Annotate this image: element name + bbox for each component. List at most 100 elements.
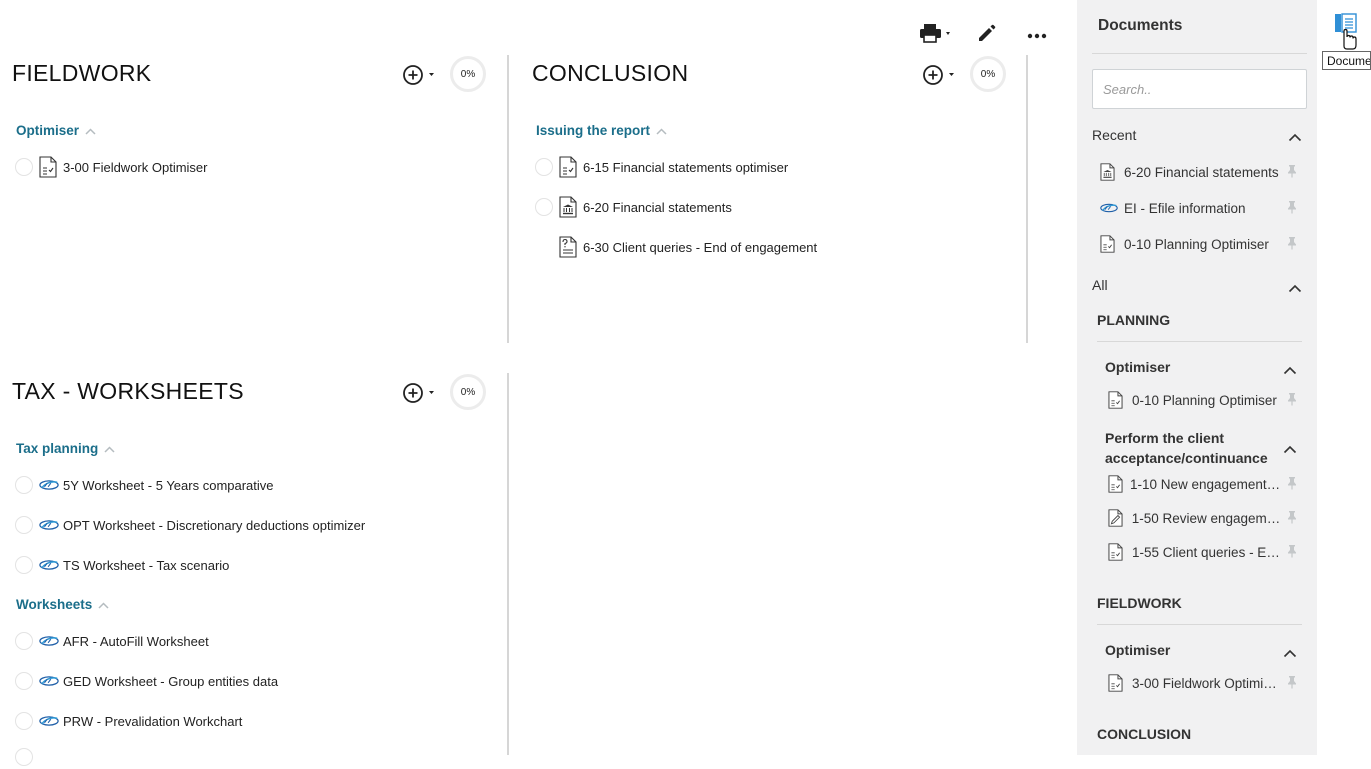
list-item[interactable]: 6-15 Financial statements optimiser bbox=[535, 155, 788, 179]
document-item[interactable]: 3-00 Fieldwork Optimiser bbox=[1108, 672, 1283, 694]
status-radio[interactable] bbox=[15, 712, 33, 730]
document-item-label: 1-10 New engagement acceptance bbox=[1130, 476, 1283, 492]
list-item[interactable]: GED Worksheet - Group entities data bbox=[15, 669, 278, 693]
section-title: CONCLUSION bbox=[532, 60, 689, 86]
efile-icon bbox=[1100, 203, 1118, 213]
status-radio[interactable] bbox=[15, 556, 33, 574]
chevron-up-icon bbox=[98, 597, 109, 612]
status-radio[interactable] bbox=[535, 158, 553, 176]
group-toggle[interactable]: Worksheets bbox=[16, 597, 109, 612]
progress-badge: 0% bbox=[970, 56, 1006, 92]
conclusion-section-header: CONCLUSION 0% bbox=[532, 56, 1012, 96]
tax-worksheets-section-header: TAX - WORKSHEETS 0% bbox=[12, 374, 492, 414]
documents-panel-icon bbox=[1335, 13, 1357, 50]
bank-document-icon bbox=[559, 196, 579, 218]
list-item[interactable] bbox=[15, 745, 39, 769]
recent-item[interactable]: 0-10 Planning Optimiser bbox=[1100, 233, 1280, 255]
item-label: PRW - Prevalidation Workchart bbox=[63, 713, 243, 729]
group-label: Tax planning bbox=[16, 441, 99, 456]
status-radio[interactable] bbox=[535, 198, 553, 216]
item-label: GED Worksheet - Group entities data bbox=[63, 673, 279, 689]
recent-item-label: 0-10 Planning Optimiser bbox=[1124, 236, 1269, 252]
pin-icon[interactable] bbox=[1286, 392, 1298, 406]
item-label: 3-00 Fieldwork Optimiser bbox=[63, 159, 208, 175]
group-toggle[interactable]: Tax planning bbox=[16, 441, 115, 456]
divider bbox=[1092, 53, 1307, 54]
list-item[interactable]: 6-30 Client queries - End of engagement bbox=[535, 235, 817, 259]
list-item[interactable]: TS Worksheet - Tax scenario bbox=[15, 553, 229, 577]
efile-icon bbox=[39, 554, 59, 576]
add-circle-icon bbox=[923, 65, 954, 85]
document-item-label: 0-10 Planning Optimiser bbox=[1132, 392, 1277, 408]
pin-icon[interactable] bbox=[1286, 675, 1298, 689]
list-item[interactable]: 3-00 Fieldwork Optimiser bbox=[15, 155, 208, 179]
chevron-up-icon[interactable] bbox=[1283, 441, 1297, 454]
planning-heading: PLANNING bbox=[1097, 312, 1171, 328]
add-button[interactable] bbox=[402, 382, 438, 404]
efile-icon bbox=[39, 474, 59, 496]
chevron-up-icon[interactable] bbox=[1288, 129, 1302, 142]
document-edit-icon bbox=[1108, 509, 1126, 527]
documents-panel: Documents Recent 6-20 Financial statemen… bbox=[1077, 0, 1317, 755]
list-item[interactable]: 6-20 Financial statements bbox=[535, 195, 732, 219]
more-options-button[interactable] bbox=[1025, 22, 1049, 48]
item-label: AFR - AutoFill Worksheet bbox=[63, 633, 209, 649]
document-check-icon bbox=[1108, 543, 1126, 561]
item-label: TS Worksheet - Tax scenario bbox=[63, 557, 230, 573]
print-button[interactable] bbox=[917, 22, 955, 48]
tooltip: Documents bbox=[1322, 51, 1371, 70]
document-item[interactable]: 1-50 Review engagement bbox=[1108, 507, 1283, 529]
group-toggle[interactable]: Issuing the report bbox=[536, 123, 667, 138]
chevron-up-icon bbox=[656, 123, 667, 138]
status-radio[interactable] bbox=[15, 158, 33, 176]
pin-icon[interactable] bbox=[1286, 164, 1298, 178]
column-divider bbox=[1026, 55, 1028, 343]
bank-document-icon bbox=[1100, 163, 1118, 181]
recent-item[interactable]: EI - Efile information bbox=[1100, 197, 1280, 219]
documents-panel-toggle[interactable] bbox=[1334, 12, 1360, 50]
list-item[interactable]: OPT Worksheet - Discretionary deductions… bbox=[15, 513, 365, 537]
column-divider bbox=[507, 373, 509, 755]
chevron-up-icon[interactable] bbox=[1283, 362, 1297, 375]
document-check-icon bbox=[559, 156, 579, 178]
document-check-icon bbox=[1100, 235, 1118, 253]
list-item[interactable]: 5Y Worksheet - 5 Years comparative bbox=[15, 473, 274, 497]
efile-icon bbox=[39, 710, 59, 732]
item-label: 6-30 Client queries - End of engagement bbox=[583, 239, 818, 255]
divider bbox=[1097, 624, 1302, 625]
print-icon bbox=[919, 23, 953, 48]
pin-icon[interactable] bbox=[1286, 200, 1298, 214]
status-radio[interactable] bbox=[15, 632, 33, 650]
document-item[interactable]: 1-10 New engagement acceptance bbox=[1108, 473, 1283, 495]
status-radio[interactable] bbox=[15, 748, 33, 766]
status-radio[interactable] bbox=[15, 516, 33, 534]
group-label: Worksheets bbox=[16, 597, 93, 612]
query-document-icon bbox=[559, 236, 579, 258]
all-heading: All bbox=[1092, 277, 1108, 293]
add-circle-icon bbox=[403, 383, 434, 403]
group-toggle[interactable]: Optimiser bbox=[16, 123, 96, 138]
pin-icon[interactable] bbox=[1286, 236, 1298, 250]
chevron-up-icon bbox=[104, 441, 115, 456]
acceptance-heading-line-1: Perform the client bbox=[1105, 430, 1225, 446]
document-item[interactable]: 1-55 Client queries - Engagement bbox=[1108, 541, 1283, 563]
status-radio[interactable] bbox=[15, 672, 33, 690]
list-item[interactable]: PRW - Prevalidation Workchart bbox=[15, 709, 242, 733]
item-label: OPT Worksheet - Discretionary deductions… bbox=[63, 517, 366, 533]
chevron-up-icon[interactable] bbox=[1283, 645, 1297, 658]
add-button[interactable] bbox=[922, 64, 958, 86]
status-radio[interactable] bbox=[15, 476, 33, 494]
fieldwork-section-header: FIELDWORK 0% bbox=[12, 56, 492, 96]
pin-icon[interactable] bbox=[1286, 510, 1298, 524]
item-label: 6-15 Financial statements optimiser bbox=[583, 159, 789, 175]
recent-item[interactable]: 6-20 Financial statements bbox=[1100, 161, 1280, 183]
edit-button[interactable] bbox=[974, 22, 1000, 48]
search-input[interactable] bbox=[1092, 69, 1307, 109]
pin-icon[interactable] bbox=[1286, 476, 1298, 490]
pin-icon[interactable] bbox=[1286, 544, 1298, 558]
add-button[interactable] bbox=[402, 64, 438, 86]
document-item-label: 1-50 Review engagement bbox=[1131, 510, 1283, 526]
document-item[interactable]: 0-10 Planning Optimiser bbox=[1108, 389, 1283, 411]
chevron-up-icon[interactable] bbox=[1288, 280, 1302, 293]
list-item[interactable]: AFR - AutoFill Worksheet bbox=[15, 629, 209, 653]
